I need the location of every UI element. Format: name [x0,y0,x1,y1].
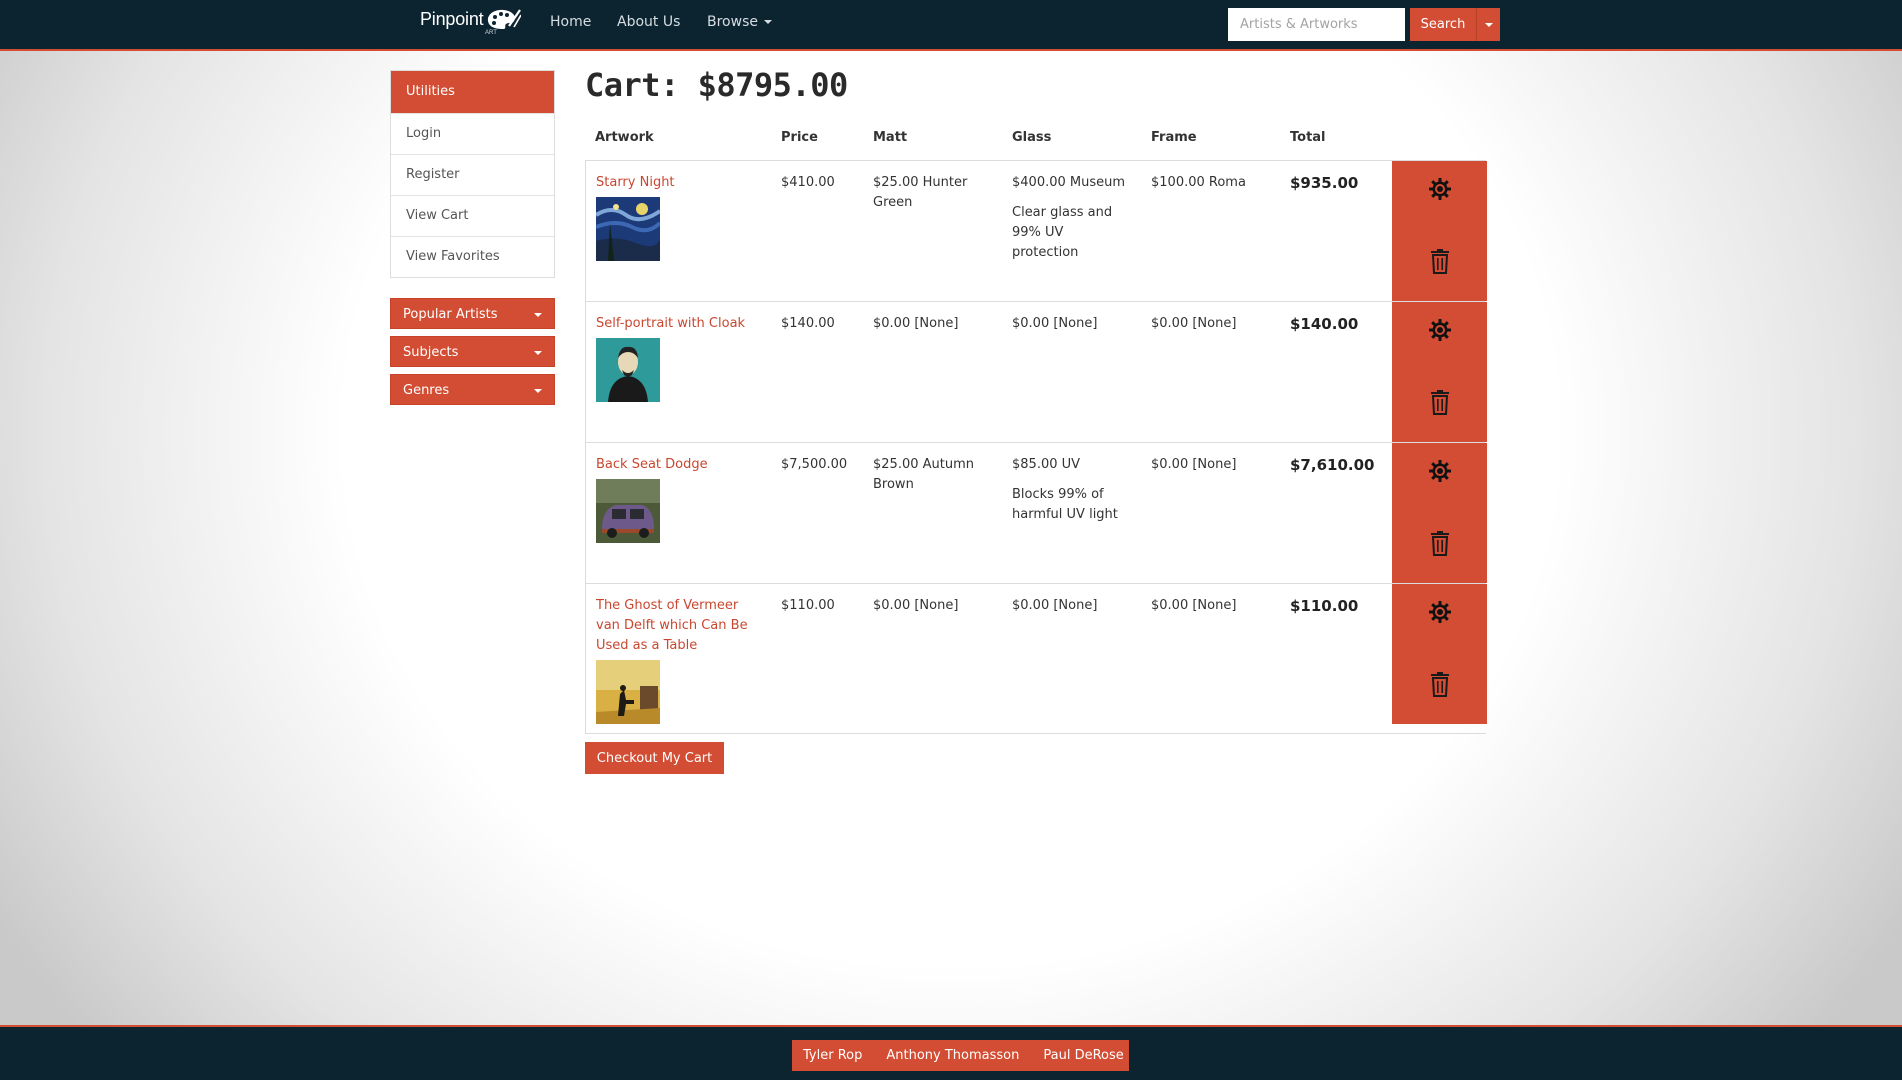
glass-option: $400.00 Museum [1012,175,1126,190]
gear-icon[interactable] [1428,177,1452,201]
chevron-down-icon [534,389,542,393]
artwork-cell: Self-portrait with Cloak [596,314,756,402]
sidebar: Utilities Login Register View Cart View … [390,70,555,405]
matt-cell: $25.00 Autumn Brown [873,457,974,492]
credit-tyler-rop[interactable]: Tyler Rop [792,1048,874,1063]
nav-about[interactable]: About Us [617,14,680,30]
search-options-toggle[interactable] [1476,8,1500,41]
cart-table: Artwork Price Matt Glass Frame Total Sta… [585,124,1487,734]
subjects-label: Subjects [403,345,459,360]
header-price: Price [781,130,818,145]
palette-logo-icon [488,9,522,29]
artwork-cell: Back Seat Dodge [596,455,756,543]
price-cell: $7,500.00 [781,457,848,472]
artwork-link[interactable]: Self-portrait with Cloak [596,316,745,331]
table-row: Back Seat Dodge $7,500.00 $25.00 Autumn … [585,442,1487,583]
glass-option: $0.00 [None] [1012,598,1098,613]
utilities-panel: Utilities Login Register View Cart View … [390,70,555,278]
nav-browse[interactable]: Browse [707,14,772,30]
artwork-thumbnail[interactable] [596,197,660,261]
price-cell: $110.00 [781,598,835,613]
nav-home[interactable]: Home [550,14,591,30]
search-input[interactable] [1228,8,1405,41]
popular-artists-label: Popular Artists [403,307,498,322]
total-cell: $935.00 [1290,174,1359,192]
trash-icon[interactable] [1428,530,1452,556]
matt-cell: $0.00 [None] [873,316,959,331]
footer: Tyler Rop Anthony Thomasson Paul DeRose [0,1025,1902,1080]
frame-cell: $0.00 [None] [1151,457,1237,472]
brand-name: Pinpoint [420,9,484,29]
artwork-cell: Starry Night [596,173,756,261]
row-actions [1392,443,1487,583]
header-glass: Glass [1012,130,1052,145]
gear-icon[interactable] [1428,318,1452,342]
matt-cell: $0.00 [None] [873,598,959,613]
credit-paul-derose[interactable]: Paul DeRose [1031,1048,1135,1063]
artwork-link[interactable]: Starry Night [596,175,675,190]
total-cell: $140.00 [1290,315,1359,333]
trash-icon[interactable] [1428,389,1452,415]
total-cell: $7,610.00 [1290,456,1375,474]
sidebar-item-view-favorites[interactable]: View Favorites [391,236,554,277]
popular-artists-dropdown[interactable]: Popular Artists [390,298,555,329]
matt-cell: $25.00 Hunter Green [873,175,968,210]
artwork-link[interactable]: Back Seat Dodge [596,457,708,472]
sidebar-item-view-cart[interactable]: View Cart [391,195,554,236]
glass-description: Clear glass and 99% UV protection [1012,205,1113,260]
subjects-dropdown[interactable]: Subjects [390,336,555,367]
chevron-down-icon [534,351,542,355]
header-artwork: Artwork [595,130,654,145]
nav-browse-label: Browse [707,14,758,30]
brand-logo[interactable]: Pinpoint ART [420,8,522,38]
table-row: Self-portrait with Cloak $140.00 $0.00 [… [585,301,1487,442]
checkout-button[interactable]: Checkout My Cart [585,742,724,774]
table-header: Artwork Price Matt Glass Frame Total [585,124,1486,160]
row-actions [1392,584,1487,724]
table-row: Starry Night $410.00 $25.00 Hunter Green… [585,160,1487,301]
trash-icon[interactable] [1428,248,1452,274]
artwork-thumbnail[interactable] [596,660,660,724]
frame-cell: $100.00 Roma [1151,175,1246,190]
glass-cell: $400.00 Museum Clear glass and 99% UV pr… [1012,173,1132,263]
chevron-down-icon [534,313,542,317]
credit-anthony-thomasson[interactable]: Anthony Thomasson [874,1048,1031,1063]
utilities-header: Utilities [391,71,554,113]
gear-icon[interactable] [1428,600,1452,624]
glass-description: Blocks 99% of harmful UV light [1012,487,1118,522]
sidebar-item-register[interactable]: Register [391,154,554,195]
artwork-thumbnail[interactable] [596,338,660,402]
credits-group: Tyler Rop Anthony Thomasson Paul DeRose [792,1040,1129,1071]
frame-cell: $0.00 [None] [1151,598,1237,613]
search-button[interactable]: Search [1410,8,1476,41]
artwork-cell: The Ghost of Vermeer van Delft which Can… [596,596,756,724]
row-actions [1392,302,1487,442]
header-total: Total [1290,130,1326,145]
page-title: Cart: $8795.00 [585,66,848,104]
chevron-down-icon [763,20,772,24]
price-cell: $410.00 [781,175,835,190]
brand-subtitle: ART [485,30,497,36]
top-navbar: Pinpoint ART Home About Us Browse Search [0,0,1902,51]
gear-icon[interactable] [1428,459,1452,483]
glass-cell: $85.00 UV Blocks 99% of harmful UV light [1012,455,1132,525]
glass-cell: $0.00 [None] [1012,596,1132,616]
row-actions [1392,161,1487,301]
artwork-thumbnail[interactable] [596,479,660,543]
header-frame: Frame [1151,130,1197,145]
glass-option: $0.00 [None] [1012,316,1098,331]
glass-cell: $0.00 [None] [1012,314,1132,334]
chevron-down-icon [1485,23,1493,27]
sidebar-item-login[interactable]: Login [391,113,554,154]
glass-option: $85.00 UV [1012,457,1081,472]
frame-cell: $0.00 [None] [1151,316,1237,331]
price-cell: $140.00 [781,316,835,331]
header-matt: Matt [873,130,908,145]
total-cell: $110.00 [1290,597,1359,615]
artwork-link[interactable]: The Ghost of Vermeer van Delft which Can… [596,598,748,653]
table-row: The Ghost of Vermeer van Delft which Can… [585,583,1487,734]
genres-label: Genres [403,383,450,398]
trash-icon[interactable] [1428,671,1452,697]
genres-dropdown[interactable]: Genres [390,374,555,405]
